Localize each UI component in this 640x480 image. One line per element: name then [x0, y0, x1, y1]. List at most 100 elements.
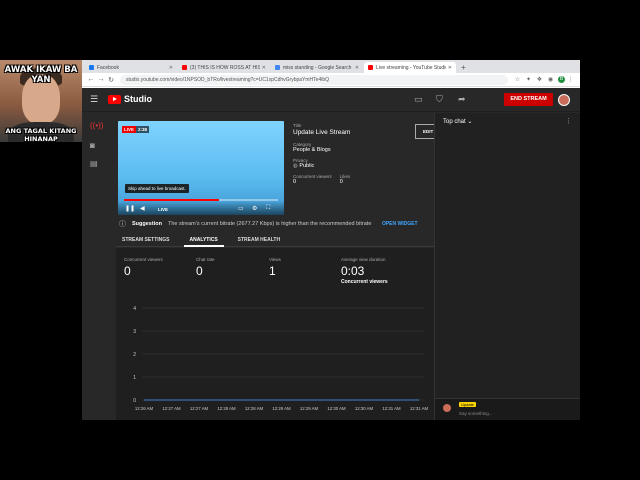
fullscreen-icon[interactable]: ⛶: [266, 205, 270, 212]
metric-chat-rate: Chat rate 0: [196, 257, 215, 278]
browser-tab-google[interactable]: miss standing - Google Search ✕: [271, 62, 363, 73]
viewers-chart: 0 1 2 3 4 12:26 AM 12:27 AM 12:27 AM 12:28 AM 12:…: [133, 306, 429, 411]
avatar[interactable]: [558, 94, 570, 106]
captions-icon[interactable]: ▭: [238, 205, 244, 212]
studio-brand: Studio: [124, 94, 152, 104]
browser-window: Facebook ✕ (3) THIS IS HOW ROSS AT HIS I…: [82, 60, 580, 420]
bookmark-star-icon[interactable]: ☆: [512, 76, 523, 83]
tab-stream-health[interactable]: STREAM HEALTH: [232, 235, 286, 247]
suggestion-title: Suggestion: [132, 221, 162, 227]
menu-icon[interactable]: ☰: [90, 94, 98, 105]
privacy-text: Public: [299, 163, 315, 169]
metric-concurrent: Concurrent viewers 0: [124, 257, 163, 278]
main-content: LIVE 2:38 Skip ahead to live broadcast. …: [116, 113, 437, 420]
x-tick-label: 12:28 AM: [217, 406, 236, 411]
live-badge: LIVE 2:38: [122, 126, 150, 133]
extension-icon[interactable]: ❖: [534, 76, 545, 83]
end-stream-button[interactable]: END STREAM: [504, 93, 553, 106]
browser-tab-studio[interactable]: Live streaming - YouTube Studio ✕: [364, 62, 456, 73]
new-tab-button[interactable]: +: [461, 62, 466, 73]
reload-icon[interactable]: ↻: [106, 76, 116, 84]
tab-analytics[interactable]: ANALYTICS: [183, 235, 224, 247]
metric-avg-duration: Average view duration 0:03 Concurrent vi…: [341, 257, 388, 285]
metric-value: 0: [196, 264, 203, 278]
extension-icon[interactable]: ✦: [523, 76, 534, 83]
browser-tab-video[interactable]: (3) THIS IS HOW ROSS AT HIS I... ✕: [178, 62, 270, 73]
stream-tabs: STREAM SETTINGS ANALYTICS STREAM HEALTH: [116, 235, 434, 247]
live-stream-icon[interactable]: ((•)): [90, 121, 103, 130]
concurrent-stat: Concurrent viewers 0: [293, 174, 332, 185]
manage-icon[interactable]: ▤: [90, 159, 98, 168]
close-icon[interactable]: ✕: [355, 65, 359, 71]
tab-label: Facebook: [97, 64, 119, 71]
settings-gear-icon[interactable]: ⚙: [252, 205, 257, 212]
x-tick-label: 12:30 AM: [327, 406, 346, 411]
camera-icon[interactable]: ◙: [90, 141, 95, 150]
chevron-down-icon: ⌄: [467, 119, 473, 125]
webcam-caption-top: AWAK IKAW BA YAN: [4, 65, 78, 85]
open-widget-link[interactable]: OPEN WIDGET: [382, 221, 418, 227]
close-icon[interactable]: ✕: [169, 65, 173, 71]
forward-icon[interactable]: →: [96, 76, 106, 83]
studio-logo[interactable]: Studio: [108, 94, 152, 104]
tab-bar: Facebook ✕ (3) THIS IS HOW ROSS AT HIS I…: [82, 60, 580, 73]
player-controls: ❚❚ ◀ LIVE ▭ ⚙ ⛶: [118, 201, 284, 215]
left-rail: ((•)) ◙ ▤: [82, 113, 108, 420]
popout-icon[interactable]: ▭: [414, 94, 423, 105]
video-player[interactable]: LIVE 2:38 Skip ahead to live broadcast. …: [118, 121, 284, 215]
live-indicator[interactable]: LIVE: [158, 207, 168, 212]
browser-tab-facebook[interactable]: Facebook ✕: [85, 62, 177, 73]
x-tick-label: 12:28 AM: [245, 406, 264, 411]
x-tick-label: 12:27 AM: [190, 406, 209, 411]
stream-title: Update Live Stream: [293, 129, 351, 136]
y-tick-label: 3: [133, 329, 136, 335]
category-value: People & Blogs: [293, 147, 331, 153]
x-tick-label: 12:27 AM: [162, 406, 181, 411]
close-icon[interactable]: ✕: [262, 65, 266, 71]
youtube-studio: ☰ Studio ▭ ⛉ ➦ END STREAM ((•)) ◙ ▤ LIVE…: [82, 88, 580, 420]
tab-label: (3) THIS IS HOW ROSS AT HIS I...: [190, 64, 260, 71]
x-tick-label: 12:29 AM: [272, 406, 291, 411]
live-chat-panel: Top chat ⌄ ⋮ Update Say something...: [434, 113, 580, 420]
menu-dots-icon[interactable]: ⋮: [565, 76, 576, 83]
x-tick-label: 12:31 AM: [410, 406, 429, 411]
chat-input-placeholder[interactable]: Say something...: [459, 411, 493, 416]
chat-username: Update: [459, 402, 476, 407]
youtube-logo-icon: [108, 94, 121, 104]
metric-value: 0: [124, 264, 131, 278]
metric-value: 1: [269, 264, 276, 278]
y-tick-label: 0: [133, 398, 136, 404]
close-icon[interactable]: ✕: [448, 65, 452, 71]
x-tick-label: 12:30 AM: [355, 406, 374, 411]
more-options-icon[interactable]: ⋮: [565, 117, 572, 125]
tab-stream-settings[interactable]: STREAM SETTINGS: [116, 235, 176, 247]
profile-avatar[interactable]: B: [558, 76, 565, 83]
volume-icon[interactable]: ◀: [140, 205, 145, 212]
chat-mode-dropdown[interactable]: Top chat ⌄: [443, 118, 472, 125]
google-icon: [275, 65, 280, 70]
metric-views: Views 1: [269, 257, 281, 278]
chat-avatar: [443, 404, 451, 412]
extension-icon[interactable]: ◉: [545, 76, 556, 83]
metric-value: 0:03: [341, 264, 365, 278]
metric-label: Views: [269, 257, 281, 262]
live-badge-label: LIVE: [122, 126, 137, 133]
y-tick-label: 4: [133, 306, 136, 312]
facebook-icon: [89, 65, 94, 70]
share-icon[interactable]: ➦: [458, 94, 466, 105]
concurrent-value: 0: [293, 179, 297, 185]
pause-icon[interactable]: ❚❚: [125, 205, 135, 212]
back-icon[interactable]: ←: [86, 76, 96, 83]
screen: AWAK IKAW BA YAN ANG TAGAL KITANG HINANA…: [0, 0, 640, 480]
chat-mode-label: Top chat: [443, 119, 466, 125]
studio-header: ☰ Studio ▭ ⛉ ➦ END STREAM: [82, 88, 580, 112]
tab-label: Live streaming - YouTube Studio: [376, 64, 446, 71]
title-label: Title: [293, 123, 302, 128]
webcam-caption-bottom: ANG TAGAL KITANG HINANAP: [5, 127, 77, 142]
url-field[interactable]: studio.youtube.com/video/1NPSOD_bTRo/liv…: [120, 74, 508, 85]
tab-label: miss standing - Google Search: [283, 64, 352, 71]
address-bar: ← → ↻ studio.youtube.com/video/1NPSOD_bT…: [82, 73, 580, 87]
privacy-value: ◍ Public: [293, 163, 433, 169]
bookmark-icon[interactable]: ⛉: [436, 94, 443, 105]
chat-input-area[interactable]: Update Say something...: [435, 398, 580, 420]
